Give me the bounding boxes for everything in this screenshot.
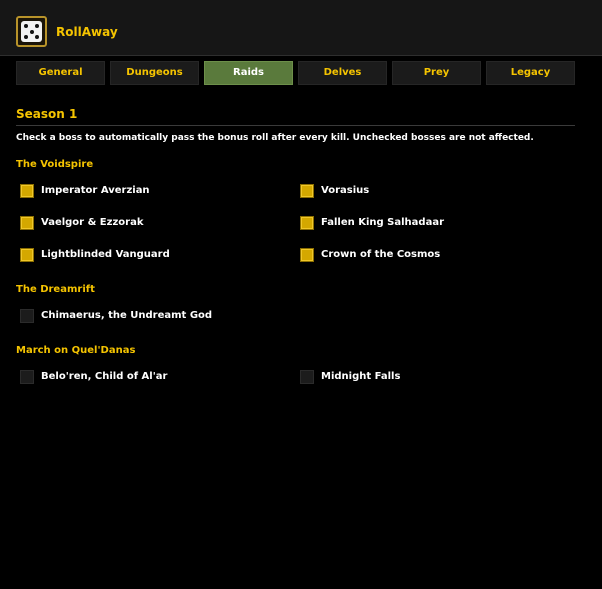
- tab-prey[interactable]: Prey: [392, 61, 481, 85]
- checkbox[interactable]: [20, 184, 34, 198]
- checkbox[interactable]: [20, 309, 34, 323]
- boss-name: Lightblinded Vanguard: [41, 249, 170, 260]
- tab-general[interactable]: General: [16, 61, 105, 85]
- tab-bar: General Dungeons Raids Delves Prey Legac…: [16, 61, 575, 85]
- tab-raids[interactable]: Raids: [204, 61, 293, 85]
- boss-name: Chimaerus, the Undreamt God: [41, 310, 213, 321]
- checkbox[interactable]: [300, 370, 314, 384]
- checkbox[interactable]: [20, 248, 34, 262]
- season-title: Season 1: [16, 107, 78, 121]
- boss-name: Midnight Falls: [321, 371, 401, 382]
- section-divider: [16, 125, 575, 126]
- tab-legacy[interactable]: Legacy: [486, 61, 575, 85]
- boss-name: Fallen King Salhadaar: [321, 217, 444, 228]
- tab-delves[interactable]: Delves: [298, 61, 387, 85]
- boss-name: Crown of the Cosmos: [321, 249, 441, 260]
- tab-dungeons[interactable]: Dungeons: [110, 61, 199, 85]
- checkbox[interactable]: [20, 370, 34, 384]
- boss-name: Imperator Averzian: [41, 185, 150, 196]
- dice-five-icon: [16, 16, 47, 47]
- app-header: RollAway: [0, 0, 602, 56]
- boss-name: Belo'ren, Child of Al'ar: [41, 371, 168, 382]
- season-description: Check a boss to automatically pass the b…: [16, 133, 534, 143]
- checkbox[interactable]: [20, 216, 34, 230]
- group-title-march-on-queldanas: March on Quel'Danas: [16, 345, 136, 356]
- checkbox[interactable]: [300, 216, 314, 230]
- checkbox[interactable]: [300, 248, 314, 262]
- boss-name: Vorasius: [321, 185, 370, 196]
- boss-name: Vaelgor & Ezzorak: [41, 217, 144, 228]
- app-title: RollAway: [56, 25, 118, 39]
- checkbox[interactable]: [300, 184, 314, 198]
- group-title-voidspire: The Voidspire: [16, 159, 94, 170]
- group-title-dreamrift: The Dreamrift: [16, 284, 95, 295]
